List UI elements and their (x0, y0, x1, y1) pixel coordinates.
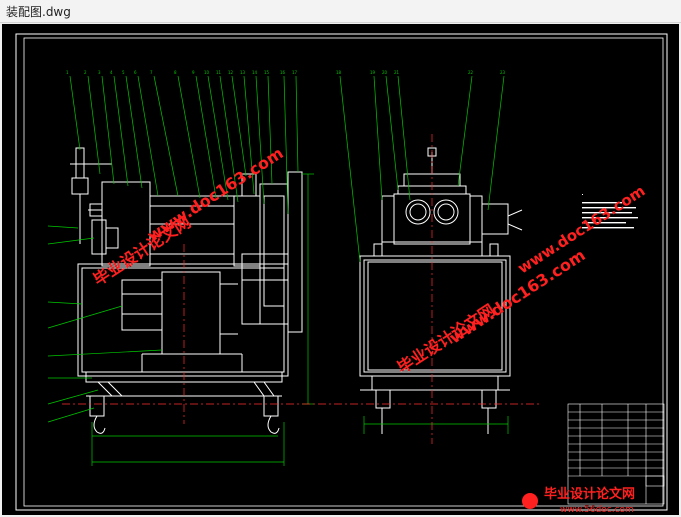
brand-cn: 毕业设计论文网 (544, 486, 635, 502)
window-titlebar: 装配图.dwg (0, 0, 681, 23)
brand-url: www.56doc.com (560, 505, 634, 515)
svg-text:16: 16 (280, 70, 286, 75)
svg-text:23: 23 (500, 70, 506, 75)
svg-text:9: 9 (192, 70, 195, 75)
svg-text:17: 17 (292, 70, 298, 75)
svg-text:22: 22 (468, 70, 474, 75)
side-view (359, 147, 523, 434)
svg-text:19: 19 (370, 70, 376, 75)
svg-text:18: 18 (336, 70, 342, 75)
svg-text:20: 20 (382, 70, 388, 75)
svg-text:21: 21 (394, 70, 400, 75)
svg-text:2: 2 (84, 70, 87, 75)
svg-text:6: 6 (134, 70, 137, 75)
watermark-cn-2: 毕业设计论文网 (394, 300, 498, 377)
svg-text:5: 5 (122, 70, 125, 75)
drawing-canvas[interactable]: 123 456 789 10 11 12 13 14 15 16 17 18 19 20 21… (2, 24, 679, 515)
dimensions (91, 173, 509, 466)
svg-text:11: 11 (216, 70, 222, 75)
svg-text:4: 4 (110, 70, 113, 75)
leader-labels: 123 456 789 10 11 12 13 14 15 16 17 18 19 20 21… (66, 70, 506, 75)
front-view (70, 147, 303, 434)
window-title: 装配图.dwg (6, 5, 71, 19)
svg-text:12: 12 (228, 70, 234, 75)
svg-text:14: 14 (252, 70, 258, 75)
brand-logo-icon (522, 493, 538, 509)
svg-text:1: 1 (66, 70, 69, 75)
svg-text:10: 10 (204, 70, 210, 75)
svg-text:15: 15 (264, 70, 270, 75)
brand-footer: 毕业设计论文网 www.56doc.com (522, 486, 635, 515)
svg-text:3: 3 (98, 70, 101, 75)
svg-text:8: 8 (174, 70, 177, 75)
watermark-cn-1: 毕业设计论文网 (90, 212, 194, 289)
svg-text:13: 13 (240, 70, 246, 75)
svg-text:7: 7 (150, 70, 153, 75)
